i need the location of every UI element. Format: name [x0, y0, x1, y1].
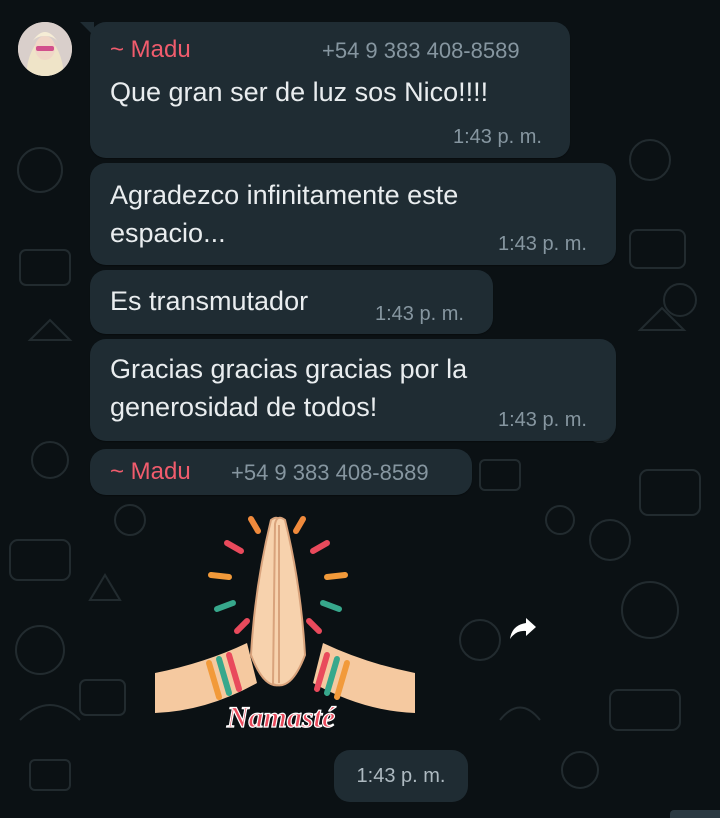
sender-header: ~ Madu [110, 36, 191, 64]
message-text: espacio... [110, 218, 226, 248]
sender-phone[interactable]: +54 9 383 408-8589 [231, 460, 429, 486]
message-text: Agradezco infinitamente este [110, 180, 459, 210]
message-text: Que gran ser de luz sos Nico!!!! [110, 77, 489, 107]
message-time: 1:43 p. m. [453, 126, 542, 148]
praying-hands-icon: Namasté [155, 516, 415, 735]
bubble-tail [80, 22, 94, 36]
sender-name[interactable]: ~ Madu [110, 458, 191, 485]
namaste-sticker[interactable]: Namasté [155, 505, 415, 740]
message-time: 1:43 p. m. [375, 303, 464, 325]
sticker-time: 1:43 p. m. [334, 750, 468, 802]
sender-name[interactable]: ~ Madu [110, 36, 191, 63]
message-time: 1:43 p. m. [498, 233, 587, 255]
message-bubble[interactable]: ~ Madu +54 9 383 408-8589 Que gran ser d… [80, 22, 570, 158]
message-time: 1:43 p. m. [498, 409, 587, 431]
scroll-to-bottom-edge[interactable] [670, 810, 720, 818]
sender-header: ~ Madu [110, 458, 191, 486]
sticker-label: Namasté [226, 701, 337, 734]
message-bubble[interactable]: Agradezco infinitamente este espacio... … [90, 163, 616, 265]
message-bubble[interactable]: Gracias gracias gracias por la generosid… [90, 339, 616, 441]
message-text: Es transmutador [110, 286, 309, 316]
sender-avatar[interactable] [18, 22, 72, 76]
avatar-photo [18, 22, 72, 76]
sticker-sender-header[interactable]: ~ Madu +54 9 383 408-8589 [90, 449, 472, 495]
forward-button[interactable] [500, 606, 546, 652]
message-time: 1:43 p. m. [356, 764, 446, 787]
message-bubble[interactable]: Es transmutador 1:43 p. m. [90, 270, 493, 334]
forward-arrow-icon [510, 618, 536, 639]
message-text: generosidad de todos! [110, 392, 378, 422]
sender-phone[interactable]: +54 9 383 408-8589 [322, 38, 520, 64]
message-text: Gracias gracias gracias por la [110, 354, 468, 384]
